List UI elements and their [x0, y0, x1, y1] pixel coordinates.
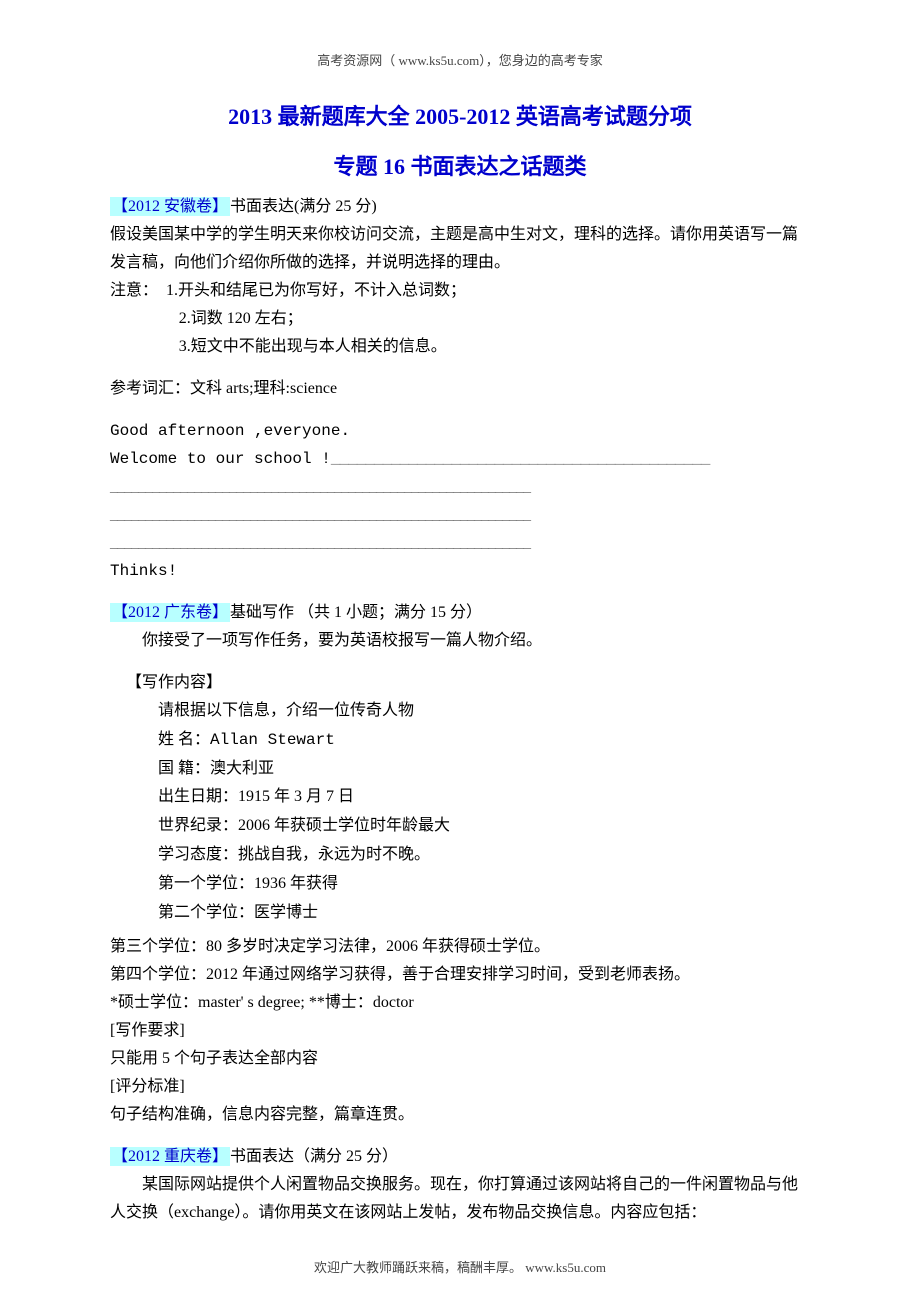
essay-thanks: Thinks!	[110, 557, 810, 585]
content-block: 请根据以下信息，介绍一位传奇人物 姓 名：Allan Stewart 国 籍：澳…	[110, 697, 810, 927]
note-label: 注意：	[110, 282, 158, 299]
page-footer: 欢迎广大教师踊跃来稿，稿酬丰厚。 www.ks5u.com	[110, 1257, 810, 1276]
row-dob: 出生日期：1915 年 3 月 7 日	[158, 783, 810, 812]
guangdong-heading: 【2012 广东卷】基础写作 （共 1 小题；满分 15 分）	[110, 599, 810, 627]
row-nationality: 国 籍：澳大利亚	[158, 755, 810, 784]
anhui-prompt: 假设美国某中学的学生明天来你校访问交流，主题是高中生对文，理科的选择。请你用英语…	[110, 221, 810, 277]
req-label: [写作要求]	[110, 1017, 810, 1045]
guangdong-head: 基础写作 （共 1 小题；满分 15 分）	[230, 604, 482, 621]
chongqing-head: 书面表达（满分 25 分）	[230, 1148, 398, 1165]
note-2: 2.词数 120 左右；	[110, 305, 810, 333]
row-attitude: 学习态度：挑战自我，永远为时不晚。	[158, 841, 810, 870]
row-degree3: 第三个学位：80 多岁时决定学习法律，2006 年获得硕士学位。	[110, 933, 810, 961]
row-degree1: 第一个学位：1936 年获得	[158, 870, 810, 899]
row-degree4: 第四个学位：2012 年通过网络学习获得，善于合理安排学习时间，受到老师表扬。	[110, 961, 810, 989]
content-label: 【写作内容】	[110, 669, 810, 697]
row-name: 姓 名：Allan Stewart	[158, 726, 810, 755]
chongqing-heading: 【2012 重庆卷】书面表达（满分 25 分）	[110, 1143, 810, 1171]
chongqing-section: 【2012 重庆卷】书面表达（满分 25 分） 某国际网站提供个人闲置物品交换服…	[110, 1143, 810, 1227]
row-degree2: 第二个学位：医学博士	[158, 899, 810, 928]
main-title-line2: 专题 16 书面表达之话题类	[110, 149, 810, 181]
page-header: 高考资源网（ www.ks5u.com），您身边的高考专家	[110, 50, 810, 69]
anhui-notes: 注意： 1.开头和结尾已为你写好，不计入总词数；	[110, 277, 810, 305]
reference-vocab: 参考词汇：文科 arts;理科:science	[110, 375, 810, 403]
anhui-section: 【2012 安徽卷】书面表达(满分 25 分) 假设美国某中学的学生明天来你校访…	[110, 193, 810, 585]
note-1: 1.开头和结尾已为你写好，不计入总词数；	[166, 282, 466, 299]
chongqing-prompt: 某国际网站提供个人闲置物品交换服务。现在，你打算通过该网站将自己的一件闲置物品与…	[110, 1171, 810, 1227]
content-intro: 请根据以下信息，介绍一位传奇人物	[158, 697, 810, 726]
score-text: 句子结构准确，信息内容完整，篇章连贯。	[110, 1101, 810, 1129]
essay-line2: Welcome to our school !_________________…	[110, 445, 810, 473]
anhui-tag: 【2012 安徽卷】	[110, 197, 230, 216]
guangdong-tag: 【2012 广东卷】	[110, 603, 230, 622]
essay-line1: Good afternoon ,everyone.	[110, 417, 810, 445]
blank-line: ________________________________________…	[110, 529, 810, 557]
note-3: 3.短文中不能出现与本人相关的信息。	[110, 333, 810, 361]
chongqing-tag: 【2012 重庆卷】	[110, 1147, 230, 1166]
anhui-heading: 【2012 安徽卷】书面表达(满分 25 分)	[110, 193, 810, 221]
guangdong-section: 【2012 广东卷】基础写作 （共 1 小题；满分 15 分） 你接受了一项写作…	[110, 599, 810, 1129]
blank-line: ________________________________________…	[110, 473, 810, 501]
anhui-head: 书面表达(满分 25 分)	[230, 198, 377, 215]
req-text: 只能用 5 个句子表达全部内容	[110, 1045, 810, 1073]
glossary: *硕士学位：master' s degree; **博士：doctor	[110, 989, 810, 1017]
blank-line: ________________________________________…	[110, 501, 810, 529]
main-title-line1: 2013 最新题库大全 2005-2012 英语高考试题分项	[110, 99, 810, 131]
score-label: [评分标准]	[110, 1073, 810, 1101]
document-page: 高考资源网（ www.ks5u.com），您身边的高考专家 2013 最新题库大…	[0, 0, 920, 1306]
guangdong-intro: 你接受了一项写作任务，要为英语校报写一篇人物介绍。	[110, 627, 810, 655]
row-record: 世界纪录：2006 年获硕士学位时年龄最大	[158, 812, 810, 841]
